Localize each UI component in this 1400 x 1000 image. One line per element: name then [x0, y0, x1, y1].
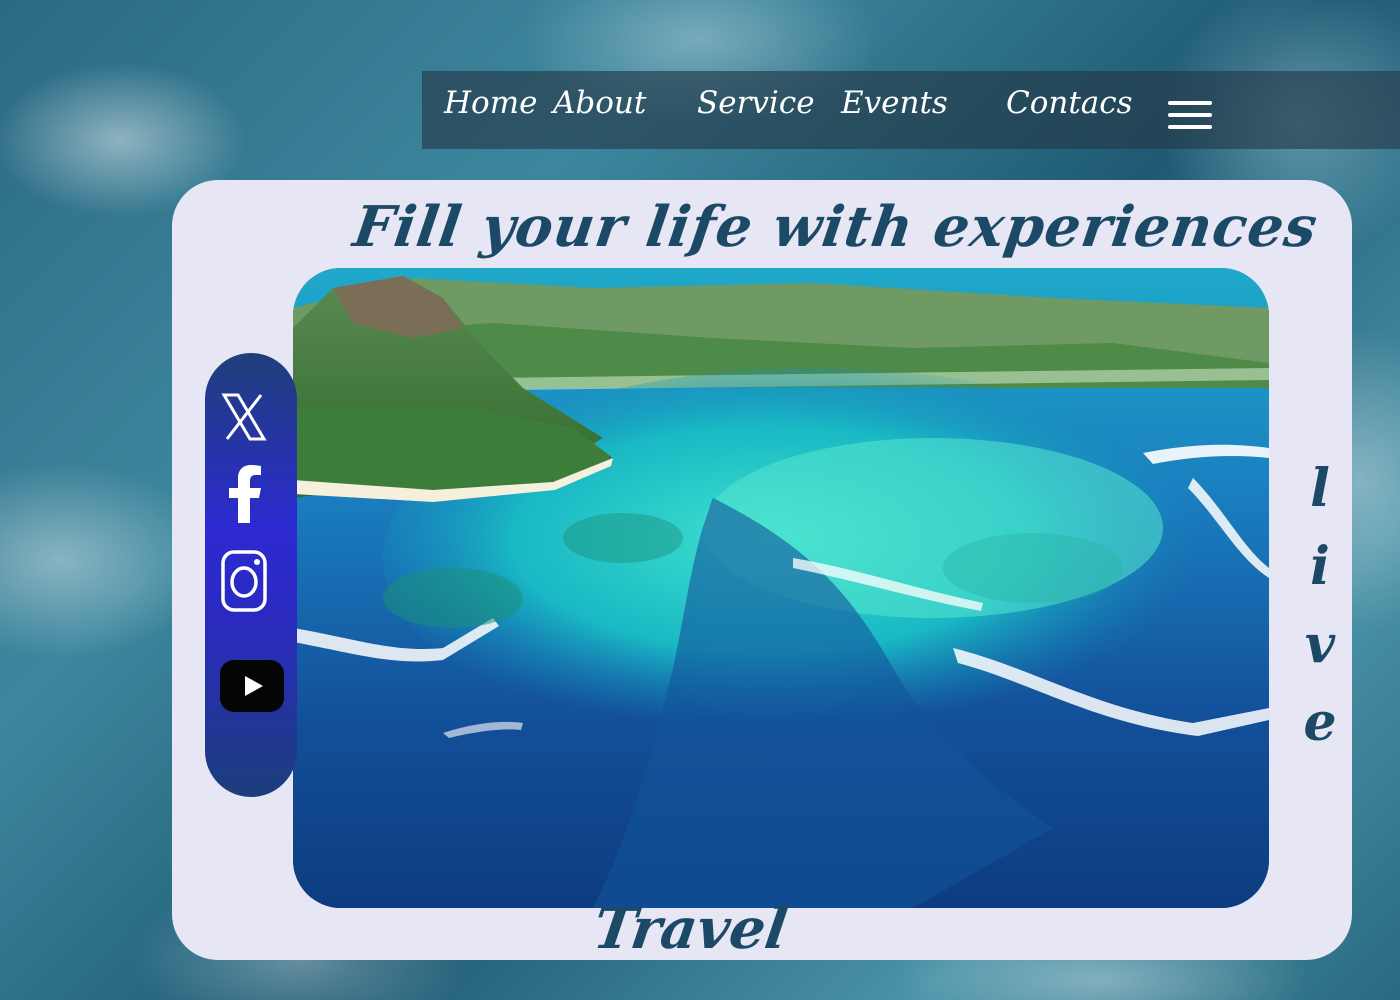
vertical-word-live: l i v e — [1290, 450, 1350, 762]
aerial-island-lagoon-photo — [293, 268, 1269, 908]
menu-bar — [1168, 125, 1212, 129]
nav-link-about[interactable]: About — [553, 85, 646, 121]
instagram-icon[interactable] — [220, 549, 268, 613]
vertical-letter: i — [1310, 536, 1330, 597]
nav-link-service[interactable]: Service — [697, 85, 815, 121]
nav-link-events[interactable]: Events — [841, 85, 948, 121]
social-links-sidebar — [205, 353, 297, 797]
nav-link-contacts[interactable]: Contacs — [1006, 85, 1133, 121]
vertical-letter: e — [1303, 692, 1337, 753]
nav-link-home[interactable]: Home — [444, 85, 537, 121]
hero-image — [293, 268, 1269, 908]
vertical-letter: l — [1310, 458, 1330, 519]
menu-bar — [1168, 113, 1212, 117]
menu-bar — [1168, 101, 1212, 105]
hero-headline: Fill your life with experiences — [349, 194, 1322, 260]
hero-card: Fill your life with experiences l i v e … — [172, 180, 1352, 962]
vertical-letter: v — [1304, 614, 1336, 675]
footer-word-travel: Travel — [589, 896, 792, 962]
top-navigation-bar: Home About Service Events Contacs — [422, 71, 1400, 149]
hamburger-menu-icon[interactable] — [1168, 99, 1212, 131]
facebook-icon[interactable] — [225, 465, 265, 523]
x-icon[interactable] — [221, 393, 267, 441]
youtube-icon[interactable] — [219, 659, 285, 713]
